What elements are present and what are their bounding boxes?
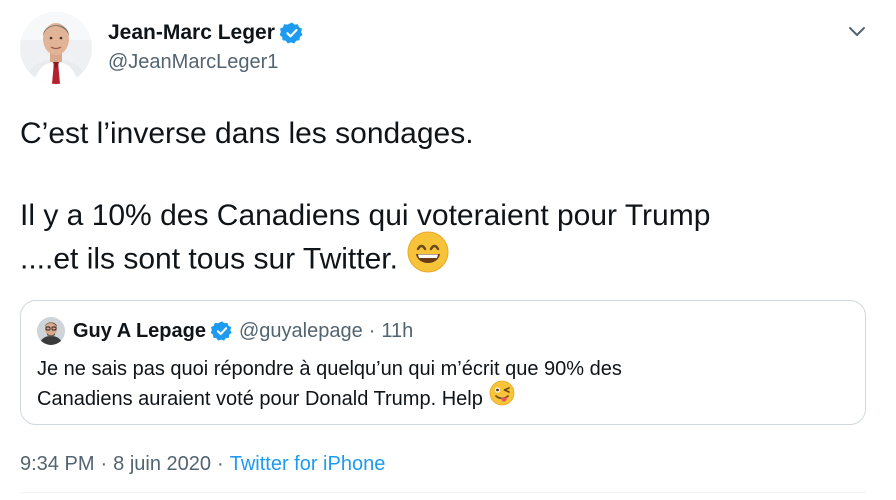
chevron-down-icon[interactable] — [846, 20, 868, 42]
quoted-author-handle: @guyalepage — [239, 319, 363, 342]
divider — [20, 492, 866, 493]
quoted-tweet-text-line: Canadiens auraient voté pour Donald Trum… — [37, 387, 483, 410]
grinning-face-with-smiling-eyes-icon — [406, 230, 450, 285]
tweet-text-blank-line — [20, 154, 860, 195]
author-handle[interactable]: @JeanMarcLeger1 — [108, 51, 304, 74]
tweet-text-line-with-emoji: ....et ils sont tous sur Twitter. — [20, 231, 860, 285]
tweet-text-line: ....et ils sont tous sur Twitter. — [20, 242, 398, 276]
quoted-tweet-text: Je ne sais pas quoi répondre à quelqu’un… — [37, 355, 837, 415]
winking-face-with-tongue-icon — [489, 380, 515, 415]
tweet-time[interactable]: 9:34 PM — [20, 453, 94, 475]
author-avatar[interactable] — [20, 12, 92, 84]
tweet-metadata: 9:34 PM · 8 juin 2020 · Twitter for iPhone — [20, 453, 385, 476]
author-display-name[interactable]: Jean-Marc Leger — [108, 21, 275, 45]
tweet-text: C’est l’inverse dans les sondages. Il y … — [20, 113, 860, 285]
quoted-tweet-header: Guy A Lepage @guyalepage · 11h — [37, 317, 413, 345]
author-name-row: Jean-Marc Leger — [108, 18, 304, 48]
tweet: Jean-Marc Leger @JeanMarcLeger1 C’est l’… — [0, 0, 896, 500]
separator-dot: · — [217, 453, 224, 475]
separator-dot: · — [100, 453, 108, 475]
tweet-date[interactable]: 8 juin 2020 — [113, 453, 211, 475]
quoted-author-avatar — [37, 317, 65, 345]
quoted-tweet-text-line-with-emoji: Canadiens auraient voté pour Donald Trum… — [37, 380, 837, 415]
quoted-tweet[interactable]: Guy A Lepage @guyalepage · 11h Je ne sai… — [20, 300, 866, 425]
verified-badge-icon — [279, 21, 304, 45]
quoted-tweet-text-line: Je ne sais pas quoi répondre à quelqu’un… — [37, 358, 622, 380]
verified-badge-icon — [210, 320, 233, 342]
quoted-author-display-name: Guy A Lepage — [73, 319, 206, 342]
tweet-text-line: C’est l’inverse dans les sondages. — [20, 117, 474, 150]
author-block: Jean-Marc Leger @JeanMarcLeger1 — [108, 18, 304, 74]
tweet-source-link[interactable]: Twitter for iPhone — [230, 453, 386, 475]
quoted-tweet-time: 11h — [381, 319, 414, 342]
separator-dot: · — [368, 319, 376, 342]
